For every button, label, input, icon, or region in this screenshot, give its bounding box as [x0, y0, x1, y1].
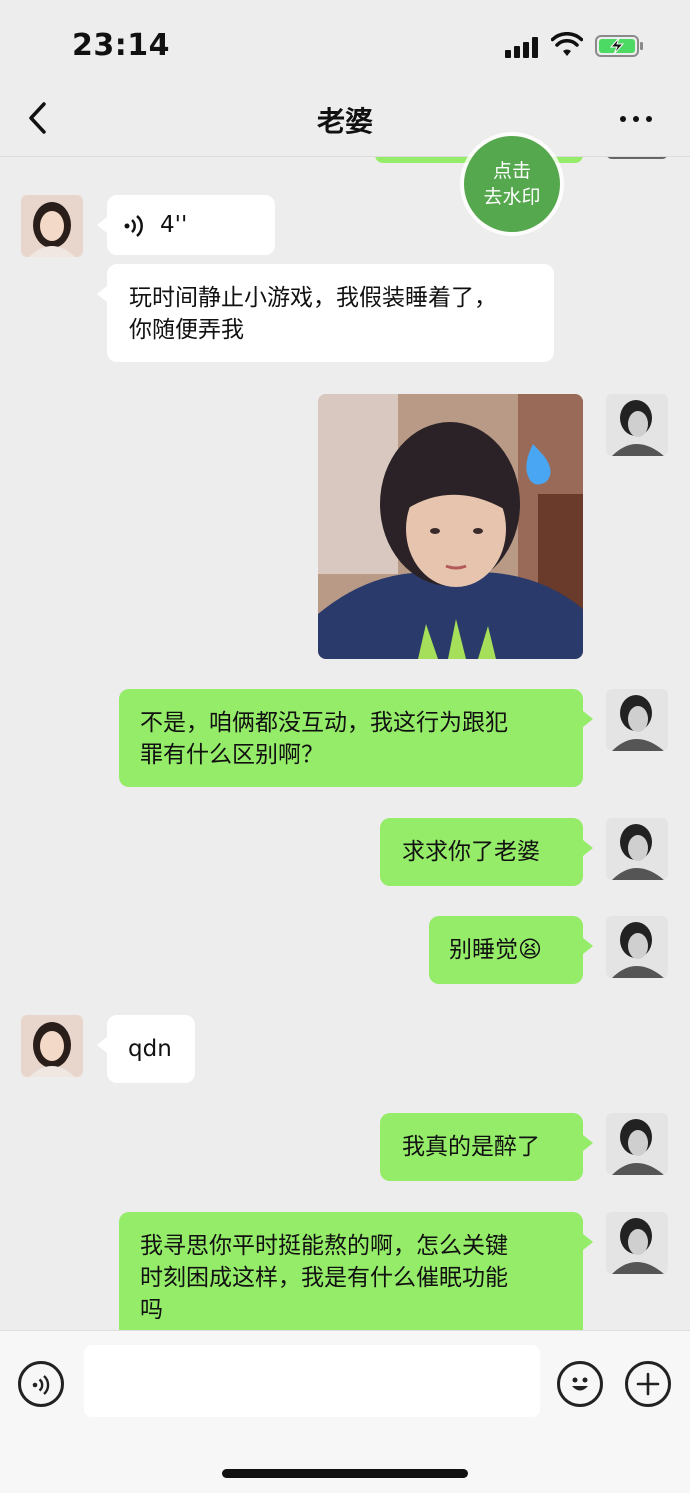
message-bubble[interactable]: 玩时间静止小游戏，我假装睡着了， 你随便弄我 — [97, 264, 554, 362]
photo-thumbnail — [318, 394, 583, 659]
voice-icon — [32, 1375, 50, 1395]
emoji-button[interactable] — [557, 1361, 603, 1407]
cellular-signal-icon — [505, 36, 541, 58]
message-bubble[interactable]: qdn — [97, 1015, 195, 1083]
message-input[interactable] — [84, 1345, 540, 1417]
emoji-icon — [572, 1377, 588, 1391]
message-line: 不是，咱俩都没互动，我这行为跟犯 — [140, 710, 508, 736]
voice-duration: 4'' — [160, 212, 188, 238]
message-bubble[interactable]: 我寻思你平时挺能熬的啊，怎么关键 时刻困成这样，我是有什么催眠功能 吗 — [119, 1212, 593, 1330]
message-bubble[interactable]: 别睡觉😫 — [429, 916, 593, 984]
message-bubble[interactable]: 不是，咱俩都没互动，我这行为跟犯 罪有什么区别啊？ — [119, 689, 593, 787]
image-message[interactable] — [318, 394, 583, 659]
message-list[interactable]: 4'' 玩时间静止小游戏，我假装睡着了， 你随便弄我 不是，咱俩都没互动，我这行… — [0, 157, 690, 1330]
home-indicator — [222, 1469, 468, 1478]
wifi-icon — [551, 32, 583, 56]
avatar-self[interactable] — [606, 818, 668, 880]
message-line: 玩时间静止小游戏，我假装睡着了， — [129, 285, 497, 311]
avatar-self-partial — [606, 157, 668, 159]
watermark-label-line2: 去水印 — [483, 186, 541, 208]
more-actions-button[interactable] — [625, 1361, 671, 1407]
chat-screen: 23:14 老婆 4'' 玩时间静止小游戏，我假装睡着了， 你随便弄我 不是，咱… — [0, 0, 690, 1493]
message-line: 我寻思你平时挺能熬的啊，怎么关键 — [140, 1233, 508, 1259]
battery-charging-icon — [595, 35, 643, 57]
message-bubble[interactable]: 我真的是醉了 — [380, 1113, 593, 1181]
chat-title: 老婆 — [316, 105, 373, 138]
message-line: qdn — [128, 1036, 172, 1062]
status-time: 23:14 — [72, 28, 170, 63]
plus-icon — [636, 1372, 660, 1396]
more-dots-icon[interactable] — [620, 108, 654, 128]
message-line: 我真的是醉了 — [402, 1134, 540, 1160]
voice-icon — [124, 215, 143, 237]
voice-message-bubble[interactable]: 4'' — [97, 195, 275, 255]
avatar-self[interactable] — [606, 916, 668, 978]
status-bar: 23:14 — [0, 0, 690, 90]
message-line: 别睡觉😫 — [449, 937, 542, 963]
message-line: 求求你了老婆 — [402, 839, 540, 865]
avatar-self[interactable] — [606, 689, 668, 751]
input-bar — [0, 1330, 690, 1493]
avatar-self[interactable] — [606, 1113, 668, 1175]
avatar-self[interactable] — [606, 1212, 668, 1274]
message-line: 吗 — [140, 1297, 163, 1323]
nav-bar: 老婆 — [0, 90, 690, 157]
message-line: 罪有什么区别啊？ — [140, 742, 324, 768]
message-line: 你随便弄我 — [129, 317, 244, 343]
avatar-partner[interactable] — [21, 195, 83, 257]
remove-watermark-button[interactable]: 点击 去水印 — [464, 136, 560, 232]
watermark-label-line1: 点击 — [492, 160, 531, 182]
avatar-self[interactable] — [606, 394, 668, 456]
message-bubble[interactable]: 求求你了老婆 — [380, 818, 593, 886]
avatar-partner[interactable] — [21, 1015, 83, 1077]
message-line: 时刻困成这样，我是有什么催眠功能 — [140, 1265, 508, 1291]
voice-input-button[interactable] — [18, 1361, 64, 1407]
